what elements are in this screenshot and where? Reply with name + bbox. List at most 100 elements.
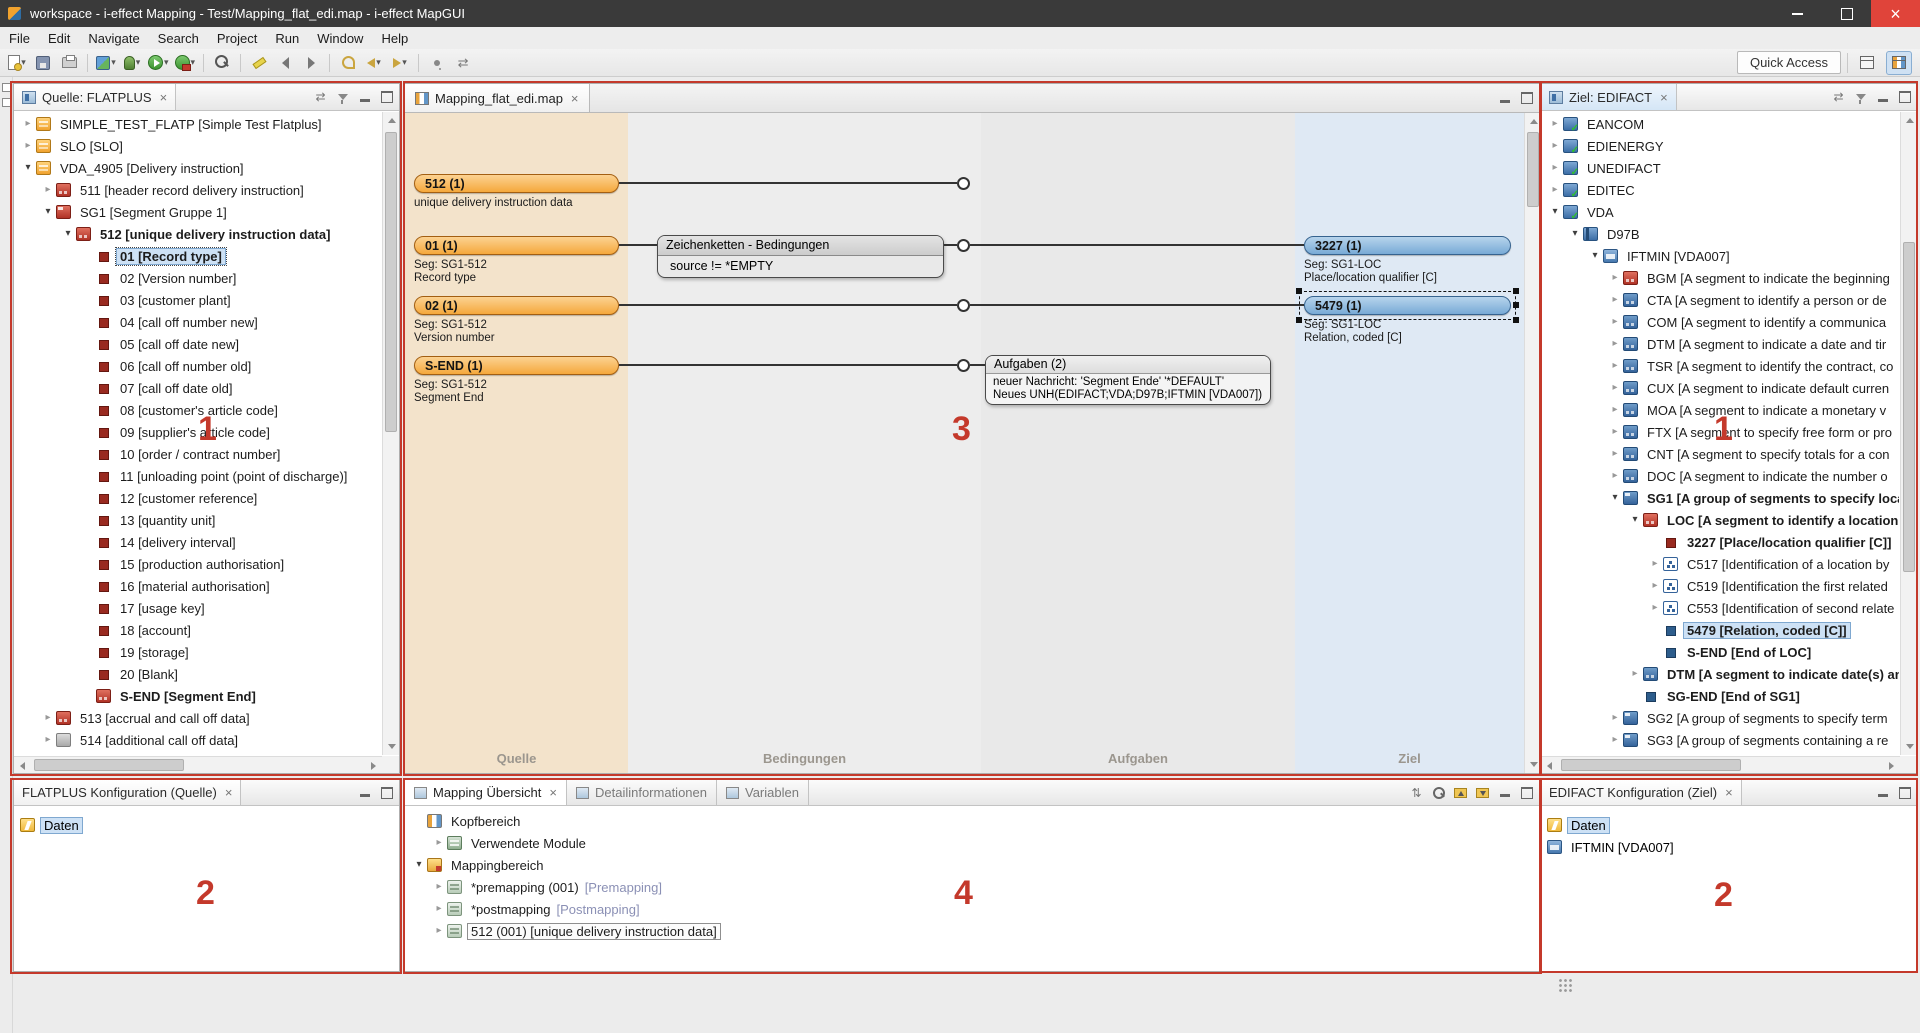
expand-arrow-icon[interactable]: ▸ xyxy=(1547,179,1563,201)
collapse-arrow-icon[interactable]: ▾ xyxy=(60,223,76,245)
expand-arrow-icon[interactable]: ▸ xyxy=(1547,157,1563,179)
target-tree-item-row[interactable]: ▸DTM [A segment to indicate date(s) an xyxy=(1543,663,1899,685)
source-tree-item-row[interactable]: 08 [customer's article code] xyxy=(16,399,381,421)
collapse-arrow-icon[interactable]: ▾ xyxy=(411,854,427,876)
collapse-arrow-icon[interactable]: ▾ xyxy=(40,201,56,223)
close-view-icon[interactable]: × xyxy=(160,90,168,105)
close-view-icon[interactable]: × xyxy=(225,785,233,800)
expand-arrow-icon[interactable]: ▸ xyxy=(40,707,56,729)
target-tree-item-row[interactable]: ▸MOA [A segment to indicate a monetary v xyxy=(1543,399,1899,421)
target-tree-horizontal-scrollbar[interactable] xyxy=(1541,756,1900,773)
tab-variablen[interactable]: Variablen xyxy=(717,780,809,805)
source-tree-item-row[interactable]: 03 [customer plant] xyxy=(16,289,381,311)
target-config-tab[interactable]: EDIFACT Konfiguration (Ziel) × xyxy=(1541,780,1742,805)
scroll-left-button[interactable] xyxy=(1541,757,1558,774)
dropdown-arrow-icon[interactable]: ▾ xyxy=(402,57,407,68)
tab-mapping-bersicht[interactable]: Mapping Übersicht× xyxy=(405,780,567,805)
back-button[interactable]: ▾ xyxy=(362,51,386,75)
source-tree-item-row[interactable]: 13 [quantity unit] xyxy=(16,509,381,531)
target-tree-item-row[interactable]: ▸COM [A segment to identify a communica xyxy=(1543,311,1899,333)
selection-handle[interactable] xyxy=(1513,317,1519,323)
expand-arrow-icon[interactable]: ▸ xyxy=(1607,289,1623,311)
dropdown-arrow-icon[interactable]: ▾ xyxy=(376,57,381,68)
config-item[interactable]: IFTMIN [VDA007] xyxy=(1547,836,1911,858)
scrollbar-thumb[interactable] xyxy=(385,132,397,432)
expand-arrow-icon[interactable]: ▸ xyxy=(1607,399,1623,421)
annotations-prev-button[interactable] xyxy=(273,51,297,75)
source-tree-vertical-scrollbar[interactable] xyxy=(382,112,399,755)
target-tree-item-row[interactable]: 3227 [Place/location qualifier [C]] xyxy=(1543,531,1899,553)
overview-tree-item-row[interactable]: ▸*premapping (001)[Premapping] xyxy=(407,876,1537,898)
annotations-next-button[interactable] xyxy=(299,51,323,75)
source-view-tab[interactable]: Quelle: FLATPLUS × xyxy=(14,84,176,110)
maximize-editor-icon[interactable] xyxy=(1517,89,1536,108)
target-tree-item-row[interactable]: ▸CTA [A segment to identify a person or … xyxy=(1543,289,1899,311)
scrollbar-thumb[interactable] xyxy=(34,759,184,771)
connection-point[interactable] xyxy=(957,239,970,252)
expand-arrow-icon[interactable]: ▸ xyxy=(1647,553,1663,575)
source-tree-item-row[interactable]: 18 [account] xyxy=(16,619,381,641)
quick-launch-button[interactable]: ▾ xyxy=(94,51,118,75)
minimize-editor-icon[interactable] xyxy=(1495,89,1514,108)
collapse-arrow-icon[interactable]: ▾ xyxy=(1567,223,1583,245)
scroll-up-button[interactable] xyxy=(1525,113,1539,130)
source-tree-item-row[interactable]: ▾SG1 [Segment Gruppe 1] xyxy=(16,201,381,223)
editor-tab[interactable]: Mapping_flat_edi.map × xyxy=(405,84,590,112)
target-tree-item-row[interactable]: ▾LOC [A segment to identify a location a xyxy=(1543,509,1899,531)
target-view-tab[interactable]: Ziel: EDIFACT × xyxy=(1541,84,1677,110)
target-tree-item-row[interactable]: ▸C553 [Identification of second relate xyxy=(1543,597,1899,619)
target-tree-item-row[interactable]: ▸BGM [A segment to indicate the beginnin… xyxy=(1543,267,1899,289)
debug-button[interactable]: ▾ xyxy=(120,51,144,75)
target-tree-item-row[interactable]: ▸EDIENERGY xyxy=(1543,135,1899,157)
overview-tree-item-row[interactable]: ▸*postmapping[Postmapping] xyxy=(407,898,1537,920)
source-tree-item-row[interactable]: 20 [Blank] xyxy=(16,663,381,685)
goto-postmapping-icon[interactable] xyxy=(1473,783,1492,802)
source-tree-item-row[interactable]: 09 [supplier's article code] xyxy=(16,421,381,443)
target-node[interactable]: 3227 (1) xyxy=(1304,236,1511,255)
menu-navigate[interactable]: Navigate xyxy=(79,27,148,49)
mapping-perspective-button[interactable] xyxy=(1886,51,1912,75)
last-edit-button[interactable] xyxy=(336,51,360,75)
scroll-right-button[interactable] xyxy=(365,757,382,774)
connection-point[interactable] xyxy=(957,359,970,372)
connection-point[interactable] xyxy=(957,177,970,190)
selection-handle[interactable] xyxy=(1296,288,1302,294)
source-tree-item-row[interactable]: 02 [Version number] xyxy=(16,267,381,289)
focus-search-icon[interactable] xyxy=(1429,783,1448,802)
connection-point[interactable] xyxy=(957,299,970,312)
source-node[interactable]: 02 (1) xyxy=(414,296,619,315)
source-tree-item-row[interactable]: 04 [call off number new] xyxy=(16,311,381,333)
source-tree-item-row[interactable]: 05 [call off date new] xyxy=(16,333,381,355)
run-button[interactable]: ▾ xyxy=(146,51,171,75)
pin-editor-button[interactable] xyxy=(425,51,449,75)
scrollbar-thumb[interactable] xyxy=(1903,242,1915,572)
maximize-window-button[interactable] xyxy=(1822,0,1871,27)
scroll-left-button[interactable] xyxy=(14,757,31,774)
target-tree-item-row[interactable]: ▾D97B xyxy=(1543,223,1899,245)
config-item[interactable]: Daten xyxy=(20,814,393,836)
expand-arrow-icon[interactable]: ▸ xyxy=(1607,465,1623,487)
source-tree-item-row[interactable]: 16 [material authorisation] xyxy=(16,575,381,597)
source-tree-horizontal-scrollbar[interactable] xyxy=(14,756,382,773)
target-tree-item-row[interactable]: ▸TSR [A segment to identify the contract… xyxy=(1543,355,1899,377)
overview-tree-item-row[interactable]: ▸512 (001) [unique delivery instruction … xyxy=(407,920,1537,942)
expand-arrow-icon[interactable]: ▸ xyxy=(1607,729,1623,751)
minimize-view-icon[interactable] xyxy=(355,783,374,802)
overview-tree-item-row[interactable]: ▸Verwendete Module xyxy=(407,832,1537,854)
source-tree-item-row[interactable]: ▸513 [accrual and call off data] xyxy=(16,707,381,729)
expand-arrow-icon[interactable]: ▸ xyxy=(1607,311,1623,333)
open-perspective-button[interactable] xyxy=(1854,51,1880,75)
expand-arrow-icon[interactable]: ▸ xyxy=(20,113,36,135)
menu-edit[interactable]: Edit xyxy=(39,27,79,49)
source-tree-item-row[interactable]: 01 [Record type] xyxy=(16,245,381,267)
collapse-arrow-icon[interactable]: ▾ xyxy=(1607,487,1623,509)
source-tree-item-row[interactable]: S-END [Segment End] xyxy=(16,685,381,707)
scroll-down-button[interactable] xyxy=(1525,756,1539,773)
overview-tree-item-row[interactable]: ▾Mappingbereich xyxy=(407,854,1537,876)
expand-arrow-icon[interactable]: ▸ xyxy=(431,876,447,898)
selection-handle[interactable] xyxy=(1513,302,1519,308)
expand-arrow-icon[interactable]: ▸ xyxy=(1547,113,1563,135)
target-tree-item-row[interactable]: ▸DOC [A segment to indicate the number o xyxy=(1543,465,1899,487)
menu-search[interactable]: Search xyxy=(149,27,208,49)
mapping-canvas[interactable]: Quelle Bedingungen Aufgaben Ziel Zeichen… xyxy=(405,113,1539,773)
